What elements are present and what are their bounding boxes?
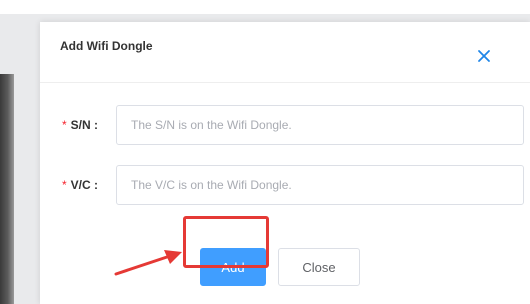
sn-label: * S/N : [62, 105, 120, 145]
dialog-header: Add Wifi Dongle [40, 22, 530, 83]
sn-label-text: S/N : [70, 118, 99, 132]
vc-label-text: V/C : [70, 178, 99, 192]
background-page-edge [0, 74, 14, 304]
sn-form-row: * S/N : [40, 105, 530, 145]
dialog-title: Add Wifi Dongle [60, 39, 153, 53]
top-strip [0, 0, 530, 14]
close-button[interactable]: Close [278, 248, 360, 286]
required-mark: * [62, 118, 67, 132]
sn-input[interactable] [116, 105, 524, 145]
annotation-highlight-box [183, 216, 269, 268]
vc-form-row: * V/C : [40, 165, 530, 205]
close-icon[interactable] [476, 48, 492, 64]
required-mark: * [62, 178, 67, 192]
vc-input[interactable] [116, 165, 524, 205]
vc-label: * V/C : [62, 165, 120, 205]
arrow-annotation-icon [112, 248, 192, 278]
